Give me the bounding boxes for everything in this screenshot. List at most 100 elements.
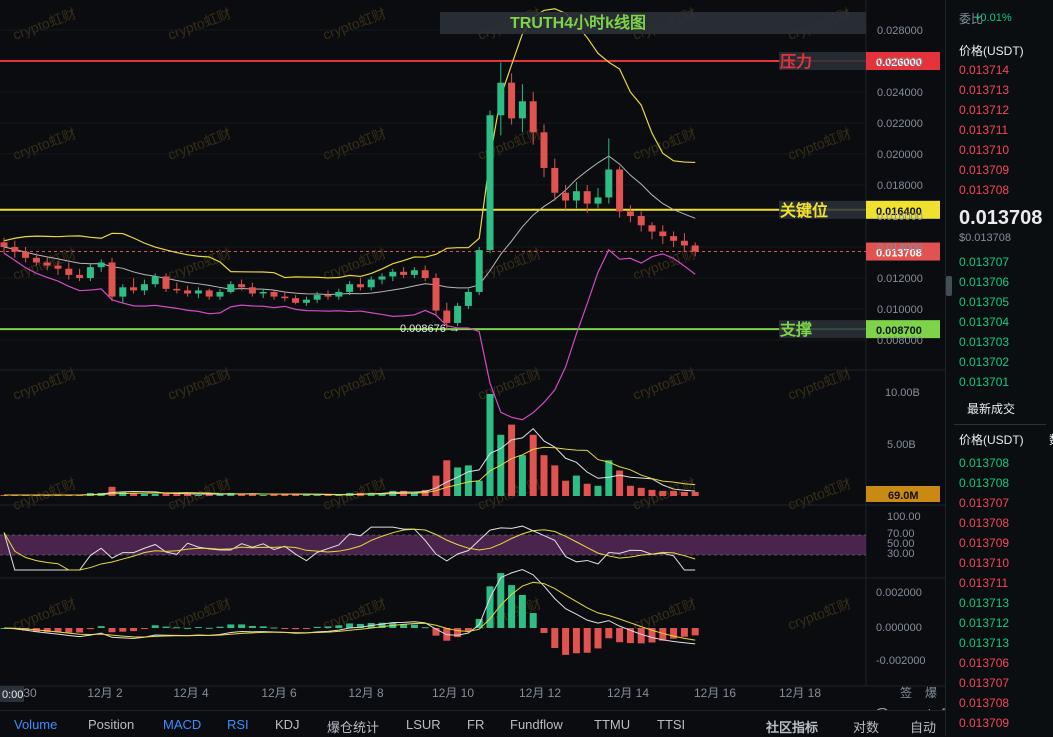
candle-body bbox=[32, 257, 40, 263]
macd-tick-label: -0.002000 bbox=[876, 655, 926, 667]
x-tick-label: 30 bbox=[23, 686, 37, 700]
ask-price[interactable]: 0.013710 bbox=[959, 143, 1009, 157]
volume-bar bbox=[173, 493, 181, 496]
ask-price[interactable]: 0.013709 bbox=[959, 163, 1009, 177]
volume-bar bbox=[518, 455, 526, 496]
recent-trades-title[interactable]: 最新成交 bbox=[967, 400, 1015, 417]
macd-histogram-bar bbox=[335, 625, 343, 628]
community-indicators-button[interactable]: 社区指标 bbox=[766, 717, 818, 736]
trade-price: 0.013708 bbox=[959, 696, 1010, 710]
ask-price[interactable]: 0.013714 bbox=[959, 63, 1009, 77]
x-tick-label: 12月 6 bbox=[261, 686, 297, 700]
indicator-tab-fr[interactable]: FR bbox=[467, 717, 484, 732]
candle-body bbox=[346, 284, 354, 292]
macd-histogram-bar bbox=[292, 628, 300, 630]
candle-body bbox=[356, 284, 364, 288]
macd-histogram-bar bbox=[119, 628, 127, 632]
ask-price[interactable]: 0.013713 bbox=[959, 83, 1009, 97]
candle-body bbox=[389, 271, 397, 277]
macd-histogram-bar bbox=[680, 628, 688, 637]
y-tick-label: 0.014000 bbox=[877, 242, 923, 254]
candle-body bbox=[497, 82, 505, 116]
price-level-label: 压力 bbox=[780, 52, 812, 71]
candle-body bbox=[270, 291, 278, 297]
bid-price[interactable]: 0.013704 bbox=[959, 315, 1009, 329]
macd-histogram-bar bbox=[151, 625, 159, 628]
indicator-tab-fundflow[interactable]: Fundflow bbox=[510, 717, 563, 732]
candle-body bbox=[184, 290, 192, 294]
indicator-tab-volume[interactable]: Volume bbox=[14, 717, 57, 732]
macd-histogram-bar bbox=[562, 628, 570, 655]
candle-body bbox=[335, 291, 343, 297]
candle-body bbox=[324, 295, 332, 297]
candle-body bbox=[551, 167, 559, 193]
macd-histogram-bar bbox=[86, 628, 94, 630]
candle-body bbox=[518, 101, 526, 119]
rsi-band bbox=[0, 535, 866, 555]
x-tick-label: 12月 14 bbox=[607, 686, 649, 700]
indicator-tab-爆仓统计[interactable]: 爆仓统计 bbox=[327, 717, 379, 736]
trade-price: 0.013708 bbox=[959, 476, 1010, 490]
candle-body bbox=[302, 299, 310, 303]
ask-price[interactable]: 0.013712 bbox=[959, 103, 1009, 117]
macd-histogram-bar bbox=[130, 628, 138, 632]
candle-body bbox=[659, 231, 667, 237]
trade-price: 0.013710 bbox=[959, 556, 1010, 570]
bid-price[interactable]: 0.013702 bbox=[959, 355, 1009, 369]
log-scale-toggle[interactable]: 对数 bbox=[853, 717, 879, 736]
auto-scale-toggle[interactable]: 自动 bbox=[910, 717, 936, 736]
candle-body bbox=[119, 287, 127, 297]
macd-histogram-bar bbox=[259, 626, 267, 628]
bid-price[interactable]: 0.013705 bbox=[959, 295, 1009, 309]
candle-body bbox=[281, 296, 289, 299]
indicator-tab-lsur[interactable]: LSUR bbox=[406, 717, 441, 732]
candle-body bbox=[11, 247, 19, 252]
trade-price: 0.013711 bbox=[959, 576, 1009, 590]
candle-body bbox=[0, 242, 8, 247]
volume-bar bbox=[324, 494, 332, 496]
bid-price[interactable]: 0.013707 bbox=[959, 255, 1009, 269]
price-chart[interactable]: crypto虹财 crypto虹财 crypto虹财crypto虹财 crypto虹财… bbox=[0, 0, 945, 736]
indicator-tab-position[interactable]: Position bbox=[88, 717, 134, 732]
order-ratio-value: +0.01% bbox=[974, 12, 1012, 24]
bid-price[interactable]: 0.013706 bbox=[959, 275, 1009, 289]
volume-bar bbox=[151, 493, 159, 496]
volume-bar bbox=[659, 490, 667, 496]
indicator-tab-rsi[interactable]: RSI bbox=[227, 717, 249, 732]
ask-price[interactable]: 0.013708 bbox=[959, 183, 1009, 197]
candle-body bbox=[443, 310, 451, 323]
indicator-tab-ttmu[interactable]: TTMU bbox=[594, 717, 630, 732]
indicator-tab-kdj[interactable]: KDJ bbox=[275, 717, 300, 732]
trade-price: 0.013713 bbox=[959, 636, 1010, 650]
candle-body bbox=[130, 287, 138, 291]
x-tick-label: 12月 2 bbox=[87, 686, 123, 700]
candle-body bbox=[454, 305, 462, 323]
volume-bar bbox=[551, 465, 559, 496]
trade-price: 0.013713 bbox=[959, 596, 1010, 610]
ask-price[interactable]: 0.013711 bbox=[959, 123, 1008, 137]
candle-body bbox=[76, 274, 84, 278]
macd-tick-label: 0.000000 bbox=[876, 622, 922, 634]
candle-body bbox=[432, 278, 440, 311]
volume-bar bbox=[626, 485, 634, 496]
volume-bar bbox=[691, 491, 699, 496]
bid-price[interactable]: 0.013701 bbox=[959, 375, 1009, 389]
macd-histogram-bar bbox=[410, 624, 418, 628]
candle-body bbox=[670, 236, 678, 241]
mid-price: 0.013708 bbox=[959, 207, 1043, 229]
indicator-tab-macd[interactable]: MACD bbox=[163, 717, 201, 732]
bid-price[interactable]: 0.013703 bbox=[959, 335, 1009, 349]
macd-histogram-bar bbox=[637, 628, 645, 644]
candle-body bbox=[680, 240, 688, 246]
macd-histogram-bar bbox=[205, 627, 213, 629]
macd-histogram-bar bbox=[302, 628, 310, 629]
candle-body bbox=[400, 271, 408, 275]
indicator-tab-ttsi[interactable]: TTSI bbox=[657, 717, 685, 732]
candle-body bbox=[216, 291, 224, 297]
volume-bar bbox=[562, 480, 570, 496]
volume-bar bbox=[680, 491, 688, 496]
volume-bar bbox=[140, 493, 148, 496]
trades-price-header: 价格(USDT) bbox=[959, 433, 1024, 447]
y-tick-label: 0.018000 bbox=[877, 180, 923, 192]
volume-bar bbox=[648, 489, 656, 496]
